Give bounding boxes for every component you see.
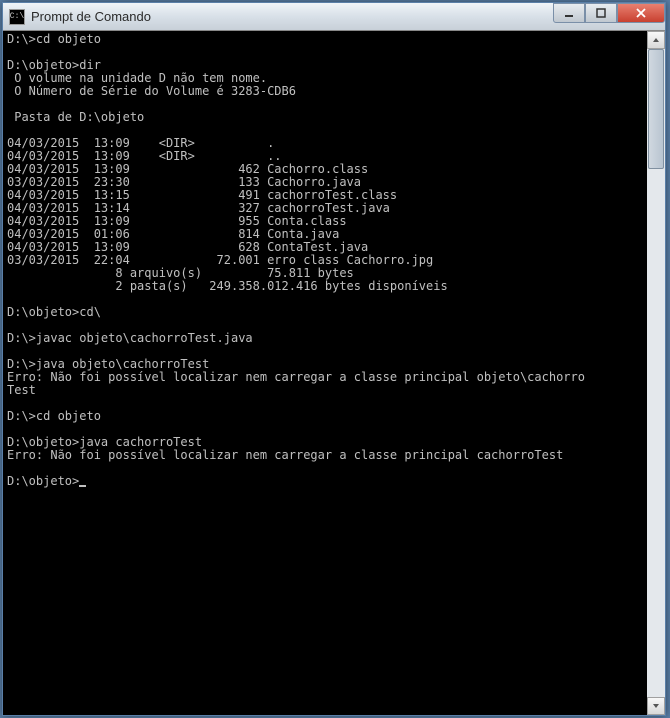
command-prompt-window: C:\ Prompt de Comando D:\>cd objeto D:\o…: [2, 2, 666, 716]
chevron-down-icon: [652, 703, 660, 709]
chevron-up-icon: [652, 37, 660, 43]
window-controls: [553, 3, 665, 23]
scroll-up-button[interactable]: [647, 31, 665, 49]
minimize-button[interactable]: [553, 3, 585, 23]
window-title: Prompt de Comando: [31, 9, 151, 24]
scroll-down-button[interactable]: [647, 697, 665, 715]
scroll-thumb[interactable]: [648, 49, 664, 169]
maximize-icon: [595, 8, 607, 18]
close-icon: [635, 8, 647, 18]
cursor: [79, 485, 86, 487]
minimize-icon: [563, 8, 575, 18]
terminal-output[interactable]: D:\>cd objeto D:\objeto>dir O volume na …: [3, 31, 647, 715]
scroll-track[interactable]: [647, 49, 665, 697]
maximize-button[interactable]: [585, 3, 617, 23]
cmd-icon: C:\: [9, 9, 25, 25]
titlebar[interactable]: C:\ Prompt de Comando: [3, 3, 665, 31]
terminal-area: D:\>cd objeto D:\objeto>dir O volume na …: [3, 31, 665, 715]
close-button[interactable]: [617, 3, 665, 23]
vertical-scrollbar[interactable]: [647, 31, 665, 715]
